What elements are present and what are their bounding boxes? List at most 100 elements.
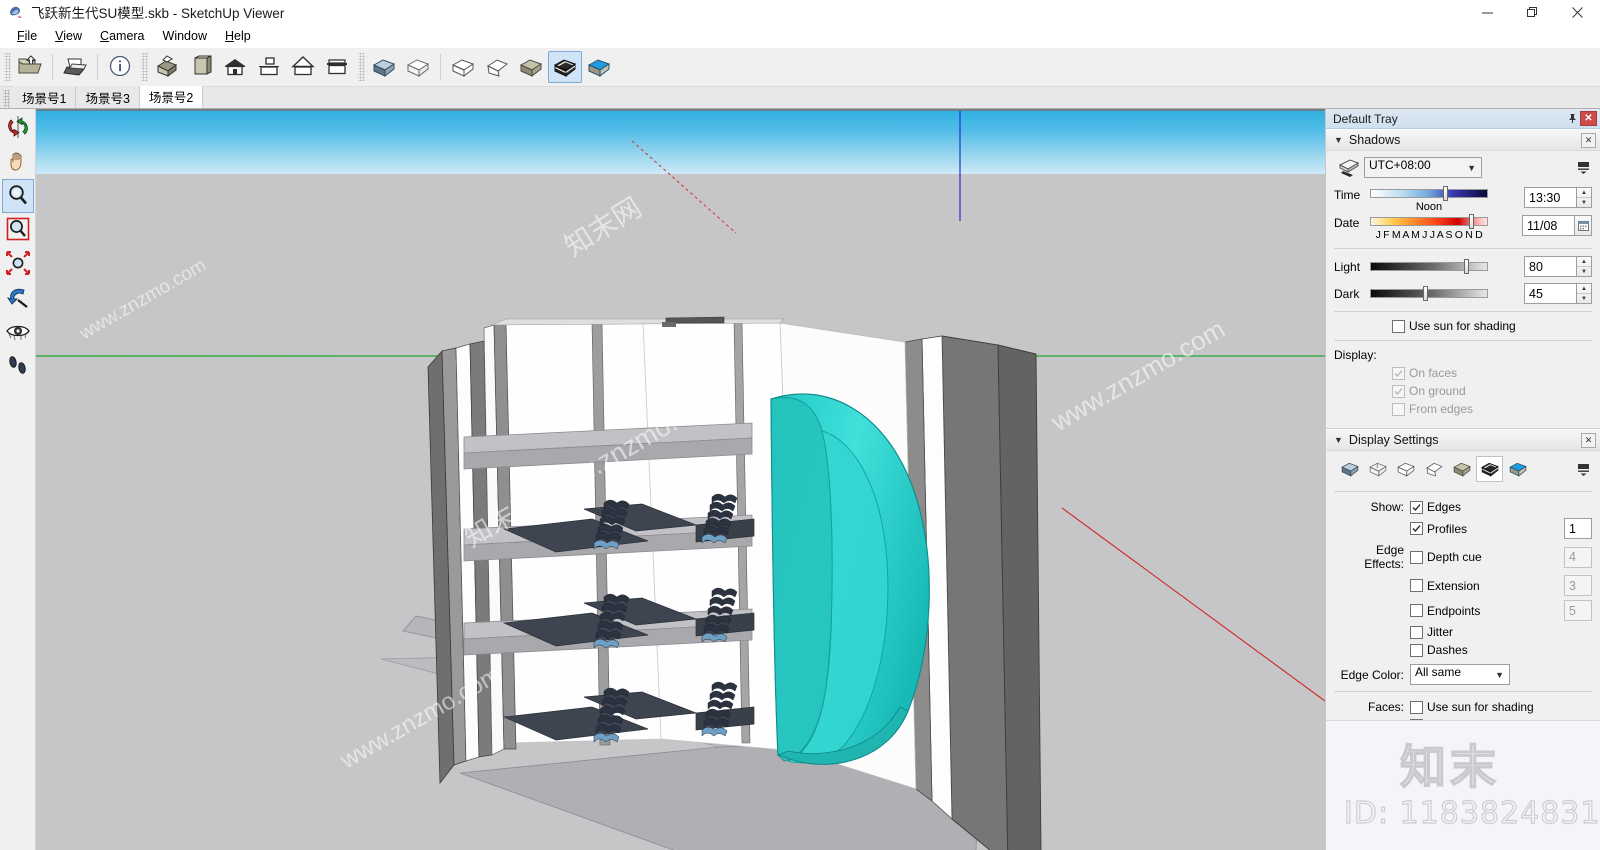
shadows-on-ground-checkbox[interactable] [1392, 384, 1405, 398]
ds-endpoints-checkbox[interactable] [1410, 604, 1423, 617]
shadows-from-edges-checkbox[interactable] [1392, 402, 1405, 416]
minimize-button[interactable] [1465, 0, 1510, 24]
ds-endpoints-value-input[interactable]: 5 [1564, 600, 1592, 621]
menu-help[interactable]: Help [216, 26, 260, 46]
timezone-select[interactable]: UTC+08:00 [1364, 157, 1482, 178]
left-view-button[interactable] [320, 51, 354, 83]
ds-style-xray[interactable] [1336, 456, 1363, 482]
shadows-use-sun-checkbox[interactable] [1392, 319, 1405, 333]
date-picker-button[interactable] [1575, 215, 1592, 236]
tray-title: Default Tray [1333, 111, 1398, 126]
left-house-icon [324, 54, 350, 81]
style-wireframe-button[interactable] [401, 51, 435, 83]
toolbar-grip[interactable] [4, 53, 11, 81]
ds-faces-use-sun-checkbox[interactable] [1410, 700, 1423, 714]
ds-style-back-edges[interactable] [1504, 456, 1531, 482]
scene-tab-1[interactable]: 场景号1 [13, 86, 77, 108]
tool-zoom-window[interactable] [2, 213, 34, 247]
light-spinner[interactable]: ▲ ▼ [1577, 256, 1592, 277]
tabstrip-grip[interactable] [3, 90, 10, 108]
light-value-input[interactable]: 80 [1524, 256, 1577, 277]
maximize-button[interactable] [1510, 0, 1555, 24]
time-spinner[interactable]: ▲ ▼ [1577, 187, 1592, 208]
open-folder-icon [17, 54, 43, 81]
display-settings-header[interactable]: ▼ Display Settings ✕ [1326, 429, 1600, 451]
time-slider[interactable] [1370, 186, 1488, 201]
ds-depth-cue-checkbox[interactable] [1410, 550, 1423, 564]
shadows-on-ground-label: On ground [1409, 384, 1466, 398]
tool-orbit[interactable] [2, 111, 34, 145]
tool-look-around[interactable] [2, 315, 34, 349]
ds-dashes-row: Dashes [1334, 643, 1592, 657]
light-label: Light [1334, 259, 1361, 274]
menu-window[interactable]: Window [154, 26, 216, 46]
scene-tab-2[interactable]: 场景号2 [139, 86, 204, 108]
print-button[interactable] [58, 51, 92, 83]
ds-edge-color-wrap: All same ▼ [1410, 664, 1510, 685]
front-view-button[interactable] [218, 51, 252, 83]
menu-file[interactable]: File [8, 26, 46, 46]
tool-pan[interactable] [2, 145, 34, 179]
time-value-input[interactable]: 13:30 [1524, 187, 1577, 208]
default-tray-dock: Default Tray ✕ ▼ Shadows ✕ UTC+08:00 ▼ T… [1325, 109, 1600, 850]
shadows-panel-close[interactable]: ✕ [1581, 132, 1596, 148]
tool-zoom[interactable] [1, 179, 34, 213]
ds-style-hidden-line[interactable] [1392, 456, 1419, 482]
ds-extension-checkbox[interactable] [1410, 579, 1423, 592]
model-viewport[interactable]: www.znzmo.com 知末网 www.znzmo.com www.znzm… [36, 109, 1325, 850]
ds-edges-checkbox[interactable] [1410, 500, 1423, 514]
window-title: 飞跃新生代SU模型.skb - SketchUp Viewer [31, 6, 285, 21]
back-edges-box-icon [585, 54, 613, 81]
expand-collapse-icon[interactable] [1577, 161, 1590, 174]
toolbar-grip-3[interactable] [358, 53, 365, 81]
light-slider[interactable] [1370, 259, 1488, 274]
dark-value-input[interactable]: 45 [1524, 283, 1577, 304]
menu-view[interactable]: View [46, 26, 91, 46]
scene-tab-3[interactable]: 场景号3 [76, 86, 140, 108]
top-view-button[interactable] [184, 51, 218, 83]
menu-camera[interactable]: Camera [91, 26, 153, 46]
shadows-panel-header[interactable]: ▼ Shadows ✕ [1326, 129, 1600, 151]
ds-edges-row: Show: Edges [1334, 500, 1592, 514]
ds-profiles-checkbox[interactable] [1410, 522, 1423, 535]
shadow-toggle-icon[interactable] [1334, 158, 1364, 178]
style-hidden-line-button[interactable] [446, 51, 480, 83]
back-view-button[interactable] [286, 51, 320, 83]
ds-style-monochrome[interactable] [1420, 456, 1447, 482]
ds-depth-cue-value-input[interactable]: 4 [1564, 546, 1592, 568]
date-value-input[interactable]: 11/08 [1522, 215, 1575, 236]
style-monochrome-button[interactable] [480, 51, 514, 83]
open-button[interactable] [13, 51, 47, 83]
style-xray-button[interactable] [367, 51, 401, 83]
display-settings-close[interactable]: ✕ [1581, 432, 1596, 448]
style-shaded-textures-button[interactable] [548, 51, 582, 83]
shadows-on-faces-label: On faces [1409, 366, 1458, 380]
close-button[interactable] [1555, 0, 1600, 24]
pin-icon[interactable] [1564, 111, 1580, 127]
ds-style-wireframe[interactable] [1364, 456, 1391, 482]
ds-profiles-value-input[interactable]: 1 [1564, 518, 1592, 539]
style-back-edges-button[interactable] [582, 51, 616, 83]
model-info-button[interactable] [103, 51, 137, 83]
ds-jitter-checkbox[interactable] [1410, 625, 1423, 639]
tool-walk[interactable] [2, 349, 34, 383]
dark-slider[interactable] [1370, 286, 1488, 301]
shadows-on-faces-checkbox[interactable] [1392, 366, 1405, 380]
date-slider[interactable] [1370, 214, 1488, 229]
iso-view-button[interactable] [150, 51, 184, 83]
ds-style-shaded-textures[interactable] [1476, 456, 1503, 482]
expand-collapse-icon[interactable] [1577, 463, 1590, 476]
ds-style-shaded[interactable] [1448, 456, 1475, 482]
ds-extension-value-input[interactable]: 3 [1564, 575, 1592, 596]
tool-previous-view[interactable] [2, 281, 34, 315]
toolbar-grip-2[interactable] [141, 53, 148, 81]
shadows-panel-body: UTC+08:00 ▼ Time Noon 13:30 ▲ ▼ Date J F… [1326, 151, 1600, 428]
dark-spinner[interactable]: ▲ ▼ [1577, 283, 1592, 304]
ds-dashes-checkbox[interactable] [1410, 643, 1423, 657]
ds-edge-color-select[interactable]: All same [1410, 664, 1510, 685]
tray-close-button[interactable]: ✕ [1580, 111, 1597, 126]
shadows-use-sun-label: Use sun for shading [1409, 319, 1516, 333]
style-shaded-button[interactable] [514, 51, 548, 83]
right-view-button[interactable] [252, 51, 286, 83]
tool-zoom-extents[interactable] [2, 247, 34, 281]
